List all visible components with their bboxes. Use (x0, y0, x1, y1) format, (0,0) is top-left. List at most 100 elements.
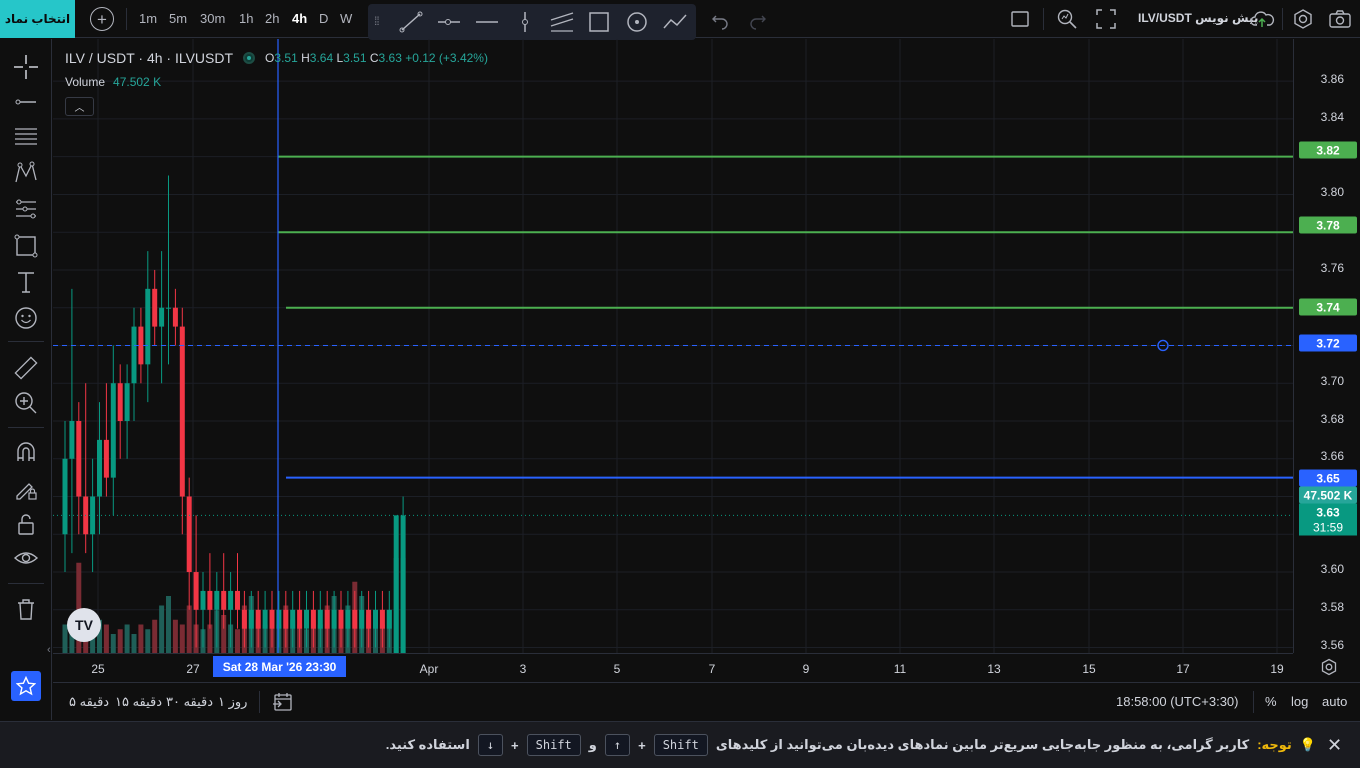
candle-body (138, 326, 144, 365)
collapse-arrow-icon[interactable]: ‹ (47, 644, 51, 656)
chart-pane[interactable] (53, 39, 1293, 653)
candle-body (186, 496, 192, 573)
interval-1m[interactable]: 1m (139, 11, 157, 26)
candle-body (172, 307, 178, 327)
fullscreen-icon[interactable] (1095, 8, 1117, 30)
path-icon[interactable] (662, 10, 690, 34)
cloud-upload-icon[interactable] (1250, 8, 1276, 30)
collapse-legend-chevron-up-icon[interactable]: ︿ (65, 97, 94, 116)
layout-icon[interactable] (1010, 8, 1030, 30)
volume-value: 47.502 K (113, 75, 162, 89)
price-tag-3-74[interactable]: 3.74 (1299, 298, 1357, 316)
volume-bar (103, 624, 109, 653)
time-label: 19 (1270, 662, 1284, 676)
drag-handle-icon[interactable]: ⁞⁞ (374, 14, 380, 28)
low-value: 3.51 (343, 51, 367, 65)
horizontal-ray-icon[interactable] (436, 10, 462, 34)
toolbar-divider (1253, 691, 1254, 713)
date-range-calendar-icon[interactable] (272, 691, 294, 713)
emoji-tool-icon[interactable] (12, 304, 40, 332)
favorites-star-icon[interactable] (11, 671, 41, 701)
volume-bar (138, 624, 144, 653)
price-tag-3-82[interactable]: 3.82 (1299, 141, 1357, 159)
axis-settings-gear-icon[interactable] (1320, 658, 1338, 676)
candle-body (124, 383, 130, 421)
open-value: 3.51 (274, 51, 298, 65)
candle-body (152, 288, 158, 327)
log-scale-toggle[interactable]: log (1291, 694, 1308, 709)
range-30-minutes[interactable]: ۳۰ دقیقه (166, 694, 213, 710)
price-label: 3.68 (1320, 412, 1344, 426)
price-axis[interactable]: 3.86 3.84 3.80 3.76 3.70 3.68 3.66 3.60 … (1293, 39, 1360, 653)
candle-body (214, 590, 220, 610)
eye-visibility-icon[interactable] (12, 544, 40, 572)
price-tag-3-72[interactable]: 3.72 (1299, 334, 1357, 352)
undo-icon[interactable] (710, 8, 730, 30)
trend-line-icon[interactable] (398, 10, 424, 34)
text-tool-icon[interactable] (12, 268, 40, 296)
candle-body (221, 590, 227, 610)
interval-w[interactable]: W (340, 11, 352, 26)
lock-icon[interactable] (12, 510, 40, 538)
line-tool-icon[interactable] (12, 88, 40, 116)
time-label: Apr (419, 662, 439, 676)
shapes-tool-icon[interactable] (12, 232, 40, 260)
candle-body (193, 572, 199, 610)
price-tag-3-65[interactable]: 3.65 (1299, 469, 1357, 487)
interval-4h[interactable]: 4h (292, 11, 307, 26)
zoom-search-icon[interactable] (1056, 8, 1078, 30)
bottom-toolbar: ۵ دقیقه ۱۵ دقیقه ۳۰ دقیقه ۱ روز 18:58:00… (53, 682, 1360, 720)
volume-bar (159, 605, 165, 653)
change-value: +0.12 (+3.42%) (405, 51, 488, 65)
shift-key: Shift (526, 734, 581, 756)
rectangle-icon[interactable] (586, 10, 612, 34)
range-1-day[interactable]: ۱ روز (218, 694, 247, 710)
horizontal-line-icon[interactable] (474, 10, 500, 34)
compare-add-icon[interactable]: + (90, 7, 114, 31)
interval-5m[interactable]: 5m (169, 11, 187, 26)
volume-bar (124, 624, 130, 653)
timezone-clock[interactable]: 18:58:00 (UTC+3:30) (1116, 694, 1238, 709)
symbol-title[interactable]: ILV / USDT · 4h · ILVUSDT (65, 50, 233, 66)
candlestick-chart[interactable] (53, 39, 1293, 653)
trash-remove-icon[interactable] (12, 595, 40, 623)
pattern-tool-icon[interactable] (12, 159, 40, 187)
candle-body (69, 421, 75, 459)
vertical-line-icon[interactable] (512, 10, 538, 34)
volume-label[interactable]: Volume (65, 75, 105, 89)
percent-scale-toggle[interactable]: % (1265, 694, 1277, 709)
interval-30m[interactable]: 30m (200, 11, 225, 26)
zoom-in-icon[interactable] (12, 389, 40, 417)
crosshair-icon[interactable] (12, 53, 40, 81)
interval-1h[interactable]: 1h (239, 11, 253, 26)
circle-icon[interactable] (624, 10, 650, 34)
symbol-search-button[interactable]: انتخاب نماد (0, 0, 75, 38)
parallel-channel-icon[interactable] (548, 10, 576, 34)
lock-drawing-pen-icon[interactable] (12, 475, 40, 503)
redo-icon[interactable] (748, 8, 768, 30)
candle-body (310, 609, 316, 629)
draft-symbol-label[interactable]: ILV/USDT پیش نویس (1138, 11, 1258, 25)
interval-2h[interactable]: 2h (265, 11, 279, 26)
ruler-measure-icon[interactable] (12, 354, 40, 382)
magnet-icon[interactable] (12, 439, 40, 467)
close-icon[interactable]: ✕ (1327, 736, 1342, 754)
forecast-tool-icon[interactable] (12, 196, 40, 224)
camera-snapshot-icon[interactable] (1328, 8, 1352, 30)
candle-body (131, 326, 137, 384)
settings-gear-icon[interactable] (1292, 8, 1314, 30)
candle-body (386, 609, 392, 629)
range-15-minutes[interactable]: ۱۵ دقیقه (115, 694, 162, 710)
fib-retracement-icon[interactable] (12, 123, 40, 151)
price-tag-3-78[interactable]: 3.78 (1299, 216, 1357, 234)
candle-body (373, 609, 378, 629)
range-5-minutes[interactable]: ۵ دقیقه (69, 694, 109, 710)
time-label: 5 (613, 662, 621, 676)
notice-text-end: استفاده کنید. (385, 737, 470, 752)
candle-body (304, 609, 309, 629)
arrow-up-key: ↑ (604, 734, 631, 756)
auto-scale-toggle[interactable]: auto (1322, 694, 1347, 709)
interval-d[interactable]: D (319, 11, 328, 26)
price-label: 3.80 (1320, 185, 1344, 199)
tradingview-logo-icon[interactable]: TV (67, 608, 101, 642)
